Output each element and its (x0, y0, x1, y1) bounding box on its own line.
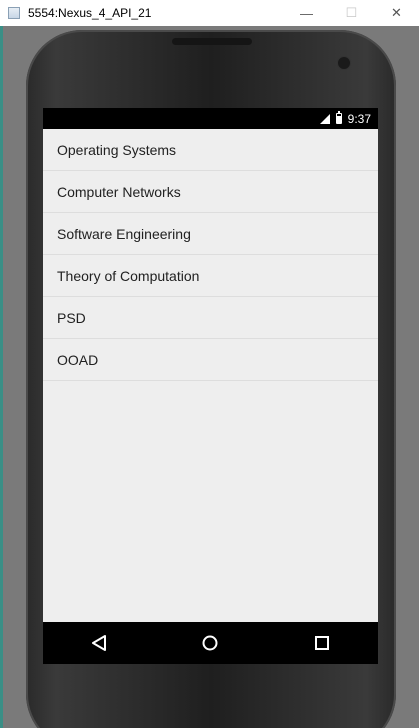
recents-button[interactable] (302, 623, 342, 663)
status-bar: 9:37 (43, 108, 378, 129)
window-border (0, 26, 3, 728)
list-item[interactable]: PSD (43, 297, 378, 339)
front-camera (337, 56, 351, 70)
window-controls: — ☐ ✕ (284, 0, 419, 26)
minimize-button[interactable]: — (284, 0, 329, 26)
list-item-label: Theory of Computation (57, 267, 200, 284)
list-item-label: Software Engineering (57, 225, 191, 242)
emulator-window: 5554:Nexus_4_API_21 — ☐ ✕ 9:37 Operating… (0, 0, 419, 728)
list-item-label: OOAD (57, 351, 99, 368)
signal-icon (319, 113, 330, 124)
list-item-label: PSD (57, 309, 86, 326)
home-button[interactable] (190, 623, 230, 663)
speaker-grille (172, 38, 252, 45)
list-item-label: Computer Networks (57, 183, 181, 200)
list-item[interactable]: Software Engineering (43, 213, 378, 255)
list-item[interactable]: Operating Systems (43, 129, 378, 171)
back-button[interactable] (79, 623, 119, 663)
list-item-label: Operating Systems (57, 141, 177, 158)
subject-list: Operating Systems Computer Networks Soft… (43, 129, 378, 381)
app-icon (8, 7, 20, 19)
battery-icon (335, 111, 342, 124)
maximize-button[interactable]: ☐ (329, 0, 374, 26)
phone-screen: 9:37 Operating Systems Computer Networks… (43, 108, 378, 664)
recents-icon (315, 636, 330, 650)
list-item[interactable]: Computer Networks (43, 171, 378, 213)
window-title: 5554:Nexus_4_API_21 (28, 6, 152, 20)
status-time: 9:37 (347, 111, 371, 126)
home-icon (202, 635, 218, 651)
navigation-bar (43, 622, 378, 664)
list-item[interactable]: OOAD (43, 339, 378, 381)
close-button[interactable]: ✕ (374, 0, 419, 26)
title-bar[interactable]: 5554:Nexus_4_API_21 — ☐ ✕ (0, 0, 419, 26)
list-item[interactable]: Theory of Computation (43, 255, 378, 297)
back-icon (91, 635, 106, 651)
